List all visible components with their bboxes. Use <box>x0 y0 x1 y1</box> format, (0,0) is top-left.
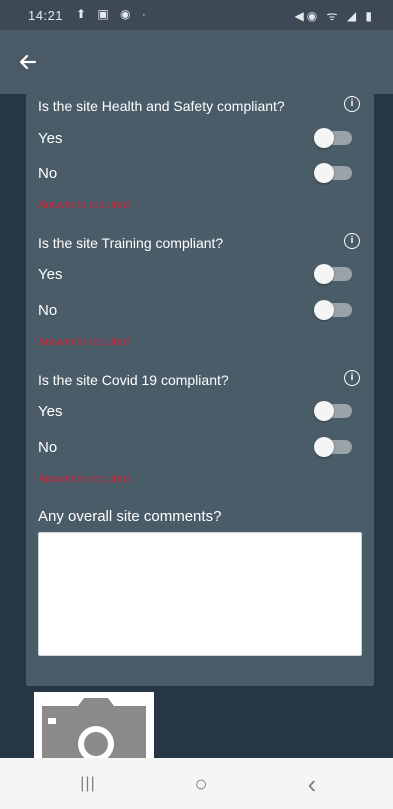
home-button[interactable]: ○ <box>181 770 221 798</box>
toggle-knob <box>314 300 334 320</box>
info-icon[interactable]: i <box>344 233 360 249</box>
comments-input[interactable] <box>38 532 362 656</box>
toggle-health-safety-no[interactable] <box>314 163 352 183</box>
add-photo-button[interactable] <box>34 692 154 758</box>
toggle-training-no[interactable] <box>314 300 352 320</box>
toggle-health-safety-yes[interactable] <box>314 128 352 148</box>
info-icon[interactable]: i <box>344 96 360 112</box>
error-message: Answer is required <box>38 336 130 348</box>
option-no-label: No <box>38 302 58 319</box>
arrow-back-icon <box>19 54 37 70</box>
option-yes-label: Yes <box>38 266 63 283</box>
question-health-safety: Is the site Health and Safety compliant? <box>38 98 285 114</box>
option-yes-label: Yes <box>38 403 63 420</box>
toggle-knob <box>314 128 334 148</box>
info-icon[interactable]: i <box>344 370 360 386</box>
form-scroll-area[interactable]: Is the site Health and Safety compliant?… <box>0 94 393 758</box>
recents-button[interactable]: ||| <box>68 770 108 798</box>
back-nav-button[interactable]: ‹ <box>292 770 332 798</box>
system-nav-bar: ||| ○ ‹ <box>0 758 393 809</box>
status-time: 14:21 <box>28 8 64 23</box>
toggle-knob <box>314 401 334 421</box>
notification-icons: ⬆ ▣ ◉ · <box>76 7 150 21</box>
comments-label: Any overall site comments? <box>38 508 222 525</box>
toggle-knob <box>314 437 334 457</box>
question-covid: Is the site Covid 19 compliant? <box>38 372 229 388</box>
compliance-card: Is the site Health and Safety compliant?… <box>26 94 374 686</box>
question-training: Is the site Training compliant? <box>38 235 224 251</box>
error-message: Answer is required <box>38 199 130 211</box>
toggle-training-yes[interactable] <box>314 264 352 284</box>
toggle-covid-yes[interactable] <box>314 401 352 421</box>
system-icons: ◀◉ ᯤ ◢ ▮ <box>294 9 375 23</box>
toggle-covid-no[interactable] <box>314 437 352 457</box>
option-yes-label: Yes <box>38 130 63 147</box>
error-message: Answer is required <box>38 473 130 485</box>
app-bar <box>0 30 393 94</box>
toggle-knob <box>314 163 334 183</box>
option-no-label: No <box>38 439 58 456</box>
option-no-label: No <box>38 165 58 182</box>
camera-icon <box>42 698 146 758</box>
status-bar: 14:21 ⬆ ▣ ◉ · ◀◉ ᯤ ◢ ▮ <box>0 0 393 30</box>
toggle-knob <box>314 264 334 284</box>
back-button[interactable] <box>18 48 54 76</box>
